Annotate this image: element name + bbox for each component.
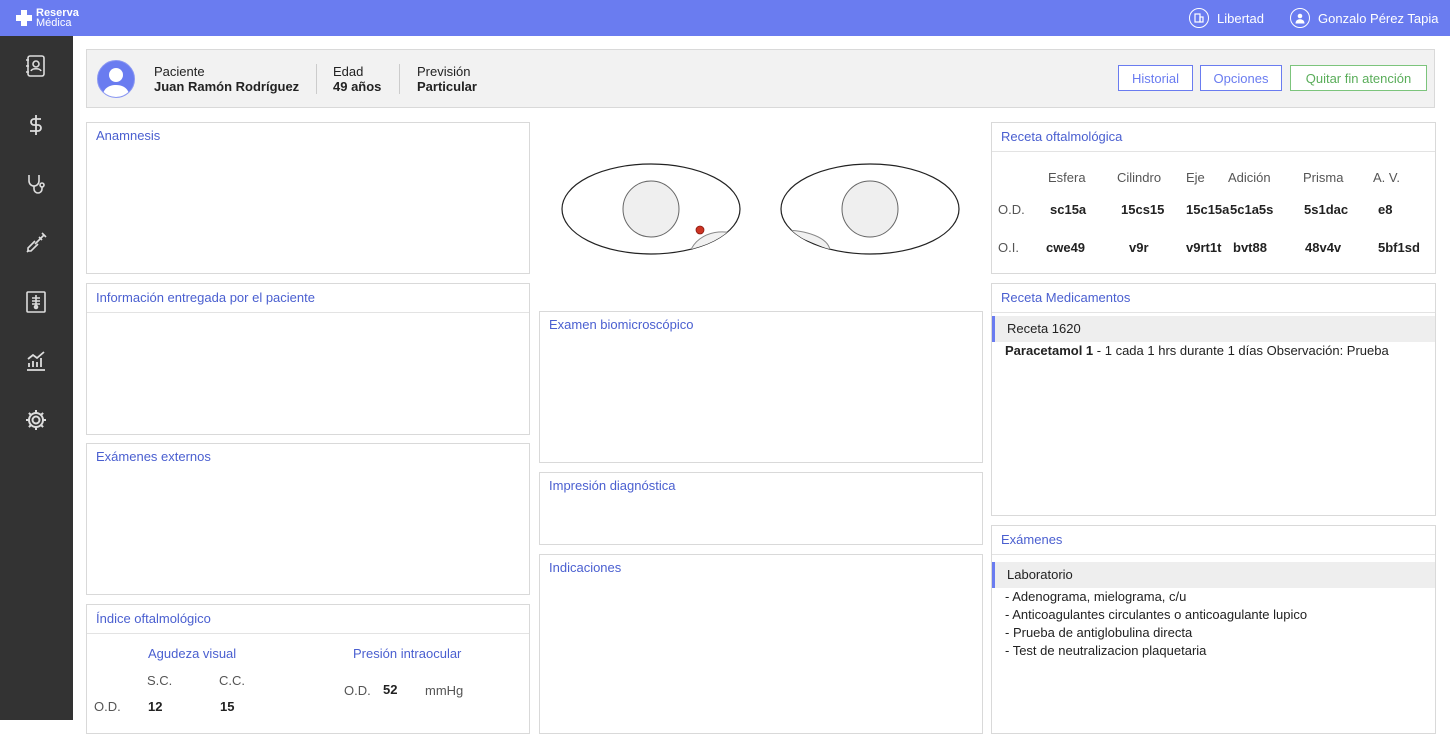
exam-item: - Prueba de antiglobulina directa <box>1005 625 1193 640</box>
dollar-icon[interactable] <box>24 113 48 137</box>
logo-cross-icon <box>16 10 32 26</box>
patient-age: 49 años <box>333 79 382 94</box>
main-content: Paciente Juan Ramón Rodríguez Edad 49 añ… <box>73 36 1450 734</box>
logo-line2: Médica <box>36 17 72 29</box>
center-selector[interactable]: Libertad <box>1189 0 1264 36</box>
od-sc-value[interactable]: 12 <box>148 699 162 714</box>
rx-col-cilindro: Cilindro <box>1117 170 1162 185</box>
visual-acuity-heading: Agudeza visual <box>148 646 237 661</box>
cc-header: C.C. <box>219 673 245 688</box>
center-name: Libertad <box>1217 10 1264 26</box>
exams-panel: Exámenes Laboratorio - Adenograma, mielo… <box>991 525 1436 734</box>
od-label: O.D. <box>94 699 121 714</box>
diagnosis-title: Impresión diagnóstica <box>549 478 676 493</box>
exam-item: - Test de neutralizacion plaquetaria <box>1005 643 1207 658</box>
sc-header: S.C. <box>147 673 173 688</box>
iop-od-value[interactable]: 52 <box>383 682 397 697</box>
xray-icon[interactable] <box>24 290 48 314</box>
exam-group-header[interactable]: Laboratorio <box>992 562 1435 588</box>
exams-title: Exámenes <box>992 526 1435 555</box>
biomicroscopic-panel[interactable]: Examen biomicroscópico <box>539 311 983 463</box>
stethoscope-icon[interactable] <box>24 172 48 196</box>
rx-col-eje: Eje <box>1186 170 1205 185</box>
patient-name: Juan Ramón Rodríguez <box>154 79 300 94</box>
app-logo[interactable]: Reserva Médica <box>15 5 79 31</box>
drug-name: Paracetamol 1 <box>1005 343 1094 358</box>
iop-od-label: O.D. <box>344 683 371 698</box>
external-exams-title: Exámenes externos <box>96 449 211 464</box>
rx-col-prisma: Prisma <box>1303 170 1344 185</box>
rx-col-av: A. V. <box>1373 170 1400 185</box>
eye-diagram[interactable] <box>560 160 965 260</box>
external-exams-panel[interactable]: Exámenes externos <box>86 443 530 595</box>
med-rx-title: Receta Medicamentos <box>992 284 1435 313</box>
right-eye-diagram <box>780 163 960 255</box>
patient-insurance-block: Previsión Particular <box>417 64 477 94</box>
rx-col-adicion: Adición <box>1228 170 1271 185</box>
ophth-rx-title: Receta oftalmológica <box>992 123 1435 152</box>
separator <box>316 64 317 94</box>
patient-age-label: Edad <box>333 64 364 79</box>
anamnesis-title: Anamnesis <box>96 128 161 143</box>
ophth-index-panel: Índice oftalmológico Agudeza visual Pres… <box>86 604 530 734</box>
top-bar: Reserva Médica Libertad Gonzalo Pérez Ta… <box>0 0 1450 36</box>
patient-insurance: Particular <box>417 79 477 94</box>
patient-header: Paciente Juan Ramón Rodríguez Edad 49 añ… <box>86 49 1435 108</box>
patient-name-label: Paciente <box>154 64 205 79</box>
syringe-icon[interactable] <box>24 231 48 255</box>
rx-cell[interactable]: sc15a <box>1050 202 1086 217</box>
rx-cell[interactable]: 48v4v <box>1305 240 1341 255</box>
rx-cell[interactable]: 5c1a5s <box>1230 202 1273 217</box>
prescription-header[interactable]: Receta 1620 <box>992 316 1435 342</box>
lesion-marker <box>695 225 705 235</box>
od-cc-value[interactable]: 15 <box>220 699 234 714</box>
rx-cell[interactable]: e8 <box>1378 202 1392 217</box>
rx-cell[interactable]: cwe49 <box>1046 240 1085 255</box>
biomicroscopic-title: Examen biomicroscópico <box>549 317 694 332</box>
gear-icon[interactable] <box>24 408 48 432</box>
exam-item: - Anticoagulantes circulantes o anticoag… <box>1005 607 1308 622</box>
rx-cell[interactable]: 15c15a <box>1186 202 1229 217</box>
med-rx-panel: Receta Medicamentos Receta 1620 Paraceta… <box>991 283 1436 516</box>
indications-panel[interactable]: Indicaciones <box>539 554 983 734</box>
iop-unit: mmHg <box>425 683 464 698</box>
sidebar <box>0 36 73 720</box>
remove-end-attention-button[interactable]: Quitar fin atención <box>1290 65 1427 91</box>
patients-icon[interactable] <box>24 54 48 78</box>
chart-icon[interactable] <box>24 349 48 373</box>
patient-insurance-label: Previsión <box>417 64 471 79</box>
separator <box>399 64 400 94</box>
ophth-index-title: Índice oftalmológico <box>87 605 529 634</box>
rx-cell[interactable]: 15cs15 <box>1121 202 1164 217</box>
options-button[interactable]: Opciones <box>1200 65 1282 91</box>
patient-age-block: Edad 49 años <box>333 64 381 94</box>
patient-avatar <box>97 60 135 98</box>
diagnosis-panel[interactable]: Impresión diagnóstica <box>539 472 983 545</box>
patient-info-panel[interactable]: Información entregada por el paciente <box>86 283 530 435</box>
left-eye-diagram <box>561 163 741 255</box>
anamnesis-panel[interactable]: Anamnesis <box>86 122 530 274</box>
user-menu[interactable]: Gonzalo Pérez Tapia <box>1290 0 1438 36</box>
rx-cell[interactable]: 5bf1sd <box>1378 240 1420 255</box>
exam-item: - Adenograma, mielograma, c/u <box>1005 589 1187 604</box>
user-icon <box>1290 8 1310 28</box>
rx-cell[interactable]: bvt88 <box>1233 240 1267 255</box>
rx-row-label: O.D. <box>998 202 1025 217</box>
ophth-rx-panel: Receta oftalmológica Esfera Cilindro Eje… <box>991 122 1436 274</box>
indications-title: Indicaciones <box>549 560 622 575</box>
iop-heading: Presión intraocular <box>353 646 462 661</box>
rx-cell[interactable]: v9rt1t <box>1186 240 1221 255</box>
rx-cell[interactable]: v9r <box>1129 240 1149 255</box>
user-name: Gonzalo Pérez Tapia <box>1318 10 1439 26</box>
drug-detail: - 1 cada 1 hrs durante 1 días Observació… <box>1093 343 1389 358</box>
patient-info-title: Información entregada por el paciente <box>87 284 529 313</box>
rx-row-label: O.I. <box>998 240 1019 255</box>
history-button[interactable]: Historial <box>1118 65 1193 91</box>
prescription-line: Paracetamol 1 - 1 cada 1 hrs durante 1 d… <box>1005 343 1389 358</box>
rx-col-esfera: Esfera <box>1048 170 1086 185</box>
patient-name-block: Paciente Juan Ramón Rodríguez <box>154 64 299 94</box>
building-icon <box>1189 8 1209 28</box>
rx-cell[interactable]: 5s1dac <box>1304 202 1348 217</box>
